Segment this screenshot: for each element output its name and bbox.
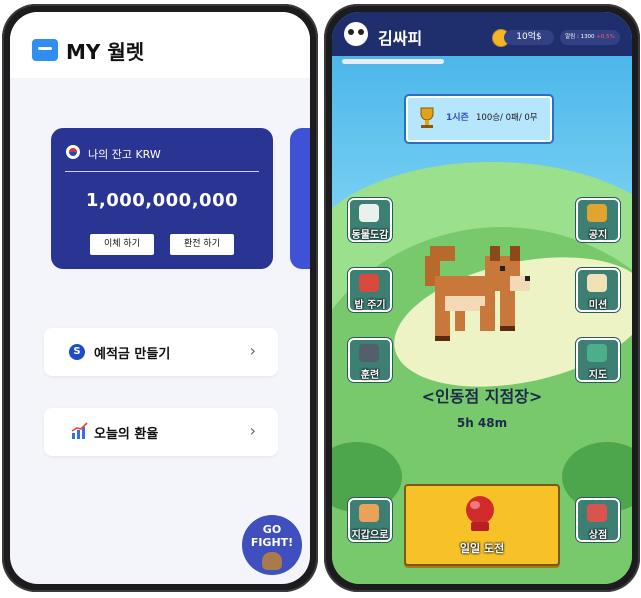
game-topbar: 김싸피 10억$ 알림 : 1300 +0.5%: [332, 12, 632, 56]
map-icon: [587, 344, 607, 362]
go-to-wallet-button[interactable]: 지갑으로: [348, 498, 392, 542]
shop-icon: [587, 504, 607, 522]
boxing-glove-icon: [466, 496, 494, 531]
menu-item-label: 예적금 만들기: [94, 347, 171, 362]
menu-item-label: 오늘의 환율: [94, 427, 159, 442]
shiba-dog-character[interactable]: [420, 236, 540, 356]
timer-label: 5h 48m: [456, 416, 508, 430]
wallet-header: MY 월렛: [10, 12, 310, 78]
shop-button[interactable]: 상점: [576, 498, 620, 542]
map-button[interactable]: 지도: [576, 338, 620, 382]
daily-challenge-button[interactable]: 일일 도전: [404, 484, 560, 566]
button-label: 밥 주기: [354, 300, 386, 311]
location-title: <인동점 지점장>: [421, 387, 543, 406]
next-card-peek[interactable]: [290, 128, 310, 269]
page-title: MY 월렛: [66, 40, 145, 64]
scroll-icon: [587, 274, 607, 292]
chevron-right-icon: ›: [249, 341, 256, 360]
go-fight-button[interactable]: GO FIGHT!: [242, 515, 302, 575]
name-progress-bar: [342, 59, 444, 64]
win-loss-record: 100승/ 0패/ 0무: [476, 113, 538, 123]
trophy-icon: [420, 107, 434, 128]
backpack-icon: [587, 204, 607, 222]
balance-amount: 1,000,000,000: [85, 190, 239, 211]
korea-flag-icon: [66, 145, 80, 159]
chart-icon: [71, 422, 88, 439]
season-label: 1시즌: [446, 113, 469, 123]
dumbbell-icon: [359, 344, 379, 362]
notice-button[interactable]: 공지: [576, 198, 620, 242]
transfer-button[interactable]: 이체 하기: [90, 234, 154, 255]
panda-icon: [359, 204, 379, 222]
animal-book-button[interactable]: 동물도감: [348, 198, 392, 242]
divider: [65, 171, 259, 172]
exchange-button[interactable]: 환전 하기: [170, 234, 234, 255]
game-screen: 김싸피 10억$ 알림 : 1300 +0.5% 1시즌 100승/ 0패/ 0…: [332, 12, 632, 584]
wallet-screen: MY 월렛 나의 잔고 KRW 1,000,000,000 이체 하기 환전 하…: [10, 12, 310, 584]
balance-card[interactable]: 나의 잔고 KRW 1,000,000,000 이체 하기 환전 하기: [51, 128, 273, 269]
button-label: 동물도감: [351, 230, 389, 241]
savings-icon: S: [69, 344, 85, 360]
game-phone: 김싸피 10억$ 알림 : 1300 +0.5% 1시즌 100승/ 0패/ 0…: [324, 4, 640, 592]
mission-button[interactable]: 미션: [576, 268, 620, 312]
panda-avatar[interactable]: [344, 22, 368, 46]
button-label: 지갑으로: [351, 530, 389, 541]
feed-button[interactable]: 밥 주기: [348, 268, 392, 312]
button-label: 상점: [588, 530, 608, 541]
bear-icon: [262, 552, 282, 570]
button-label: 지도: [588, 370, 608, 381]
train-button[interactable]: 훈련: [348, 338, 392, 382]
meat-icon: [359, 274, 379, 292]
alert-text: 알림 : 1300: [565, 34, 595, 40]
player-name: 김싸피: [378, 29, 423, 48]
menu-item-savings[interactable]: S 예적금 만들기 ›: [44, 328, 278, 376]
daily-challenge-label: 일일 도전: [459, 542, 505, 555]
go-fight-label: GO FIGHT!: [250, 523, 294, 549]
season-record-panel[interactable]: 1시즌 100승/ 0패/ 0무: [406, 96, 552, 142]
wallet-icon: [32, 39, 58, 61]
coin-balance: 10억$: [504, 30, 554, 45]
button-label: 공지: [588, 230, 608, 241]
button-label: 훈련: [360, 370, 380, 381]
notification-ticker[interactable]: 알림 : 1300 +0.5%: [560, 30, 620, 45]
alert-change: +0.5%: [596, 34, 615, 40]
chevron-right-icon: ›: [249, 421, 256, 440]
balance-label: 나의 잔고 KRW: [88, 148, 161, 161]
button-label: 미션: [588, 300, 608, 311]
wallet-phone: MY 월렛 나의 잔고 KRW 1,000,000,000 이체 하기 환전 하…: [2, 4, 318, 592]
menu-item-exchange-rate[interactable]: 오늘의 환율 ›: [44, 408, 278, 456]
wallet-icon: [359, 504, 379, 522]
